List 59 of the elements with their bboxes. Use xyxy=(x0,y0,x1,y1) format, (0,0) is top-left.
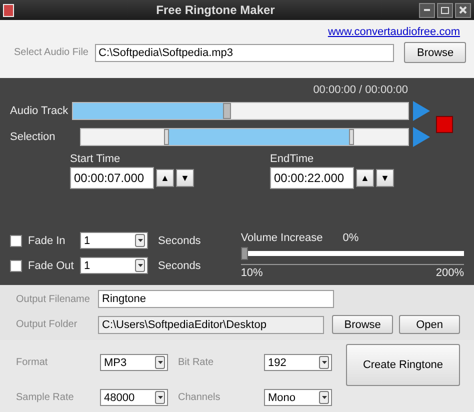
max-label: 200% xyxy=(436,267,464,279)
slider-thumb[interactable] xyxy=(240,247,248,260)
time-field[interactable]: 00:00:07.000 xyxy=(70,167,154,189)
field-label: Output Filename xyxy=(16,294,91,304)
time-field[interactable]: 00:00:22.000 xyxy=(270,167,354,189)
filename-field[interactable]: Ringtone xyxy=(98,290,334,308)
browse-button[interactable]: Browse xyxy=(332,315,394,334)
min-label: 10% xyxy=(240,267,263,279)
app-icon xyxy=(3,4,14,16)
selection-label: Selection xyxy=(10,131,56,143)
close-icon xyxy=(459,6,467,14)
slider-thumb[interactable] xyxy=(223,103,232,119)
setting-label: Bit Rate xyxy=(178,357,215,368)
setting-dropdown[interactable]: Mono xyxy=(264,389,332,406)
maximize-button[interactable] xyxy=(437,2,453,18)
create-ringtone-button[interactable]: Create Ringtone xyxy=(346,344,460,386)
setting-label: Format xyxy=(16,357,49,368)
checkbox[interactable] xyxy=(10,234,22,246)
volume-slider[interactable] xyxy=(240,247,464,261)
track-label: Audio Track xyxy=(10,105,70,117)
minimize-icon xyxy=(424,9,430,11)
volume-label: Volume Increase xyxy=(240,232,323,244)
field-label: Output Folder xyxy=(16,319,78,330)
time-readout: 00:00:00 / 00:00:00 xyxy=(312,84,408,96)
end-handle[interactable] xyxy=(349,129,354,145)
fade-label: Fade In xyxy=(28,234,66,246)
unit-label: Seconds xyxy=(158,260,201,272)
increment-button[interactable]: ▲ xyxy=(156,169,174,187)
audio-file-field[interactable]: C:\Softpedia\Softpedia.mp3 xyxy=(94,44,394,62)
minimize-button[interactable] xyxy=(419,2,435,18)
setting-label: Channels xyxy=(178,392,222,403)
website-link[interactable]: www.convertaudiofree.com xyxy=(328,26,460,38)
fade-label: Fade Out xyxy=(28,260,74,272)
unit-label: Seconds xyxy=(158,234,201,246)
audio-track-slider[interactable] xyxy=(72,102,409,120)
window-title: Free Ringtone Maker xyxy=(155,3,276,17)
setting-dropdown[interactable]: MP3 xyxy=(100,354,168,371)
browse-button[interactable]: Browse xyxy=(404,42,466,63)
time-label: Start Time xyxy=(70,153,122,165)
checkbox[interactable] xyxy=(10,260,22,272)
start-handle[interactable] xyxy=(164,129,170,145)
field-label: Select Audio File xyxy=(14,47,88,58)
time-label: EndTime xyxy=(270,153,315,165)
open-button[interactable]: Open xyxy=(399,315,460,334)
close-button[interactable] xyxy=(455,2,471,18)
volume-reading: 0% xyxy=(342,232,359,244)
fade-dropdown[interactable]: 1 xyxy=(80,257,148,274)
fade-dropdown[interactable]: 1 xyxy=(80,232,148,249)
decrement-button[interactable]: ▼ xyxy=(376,169,394,187)
play-icon[interactable] xyxy=(413,101,430,121)
increment-button[interactable]: ▲ xyxy=(356,169,374,187)
selection-slider[interactable] xyxy=(80,128,409,146)
folder-field[interactable]: C:\Users\SoftpediaEditor\Desktop xyxy=(98,316,324,334)
setting-dropdown[interactable]: 48000 xyxy=(100,389,168,406)
play-icon[interactable] xyxy=(413,127,430,147)
setting-dropdown[interactable]: 192 xyxy=(264,354,332,371)
maximize-icon xyxy=(441,6,449,14)
setting-label: Sample Rate xyxy=(16,392,75,403)
decrement-button[interactable]: ▼ xyxy=(176,169,194,187)
